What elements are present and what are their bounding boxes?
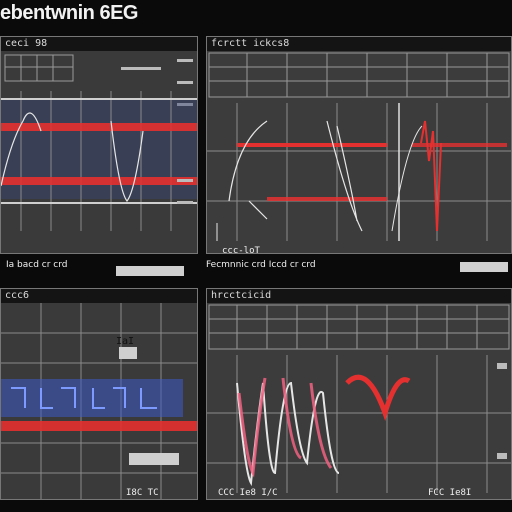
panel-header: ccc6 [1, 289, 197, 303]
footer-readout-right: FCC Ie8I [428, 488, 472, 498]
marker-label: ccc-loT [222, 246, 260, 256]
waveform-plot [1, 51, 197, 253]
app-title: ebentwnin 6EG [0, 2, 138, 24]
panel-bottom-left: ccc6 [0, 288, 198, 500]
waveform-plot [207, 303, 511, 499]
footer-readout-left: I8C TC [126, 488, 159, 498]
marker-label: IaI [116, 336, 135, 347]
footer-readout-center: CCC Ie8 I/C [218, 488, 278, 498]
panel-caption: Fecmnnic crd Iccd cr crd [206, 260, 316, 270]
panel-header: ceci 98 [1, 37, 197, 51]
panel-button[interactable] [116, 266, 184, 276]
panel-button[interactable] [460, 262, 508, 272]
panel-header: fcrctt ickcs8 [207, 37, 511, 51]
panel-top-left: ceci 98 [0, 36, 198, 254]
panel-caption: Ia bacd cr crd [6, 260, 68, 270]
waveform-plot [207, 51, 511, 253]
panel-top-right: fcrctt ickcs8 [206, 36, 512, 254]
panel-header: hrcctcicid [207, 289, 511, 303]
panel-bottom-right: hrcctcicid [206, 288, 512, 500]
waveform-plot [1, 303, 197, 499]
